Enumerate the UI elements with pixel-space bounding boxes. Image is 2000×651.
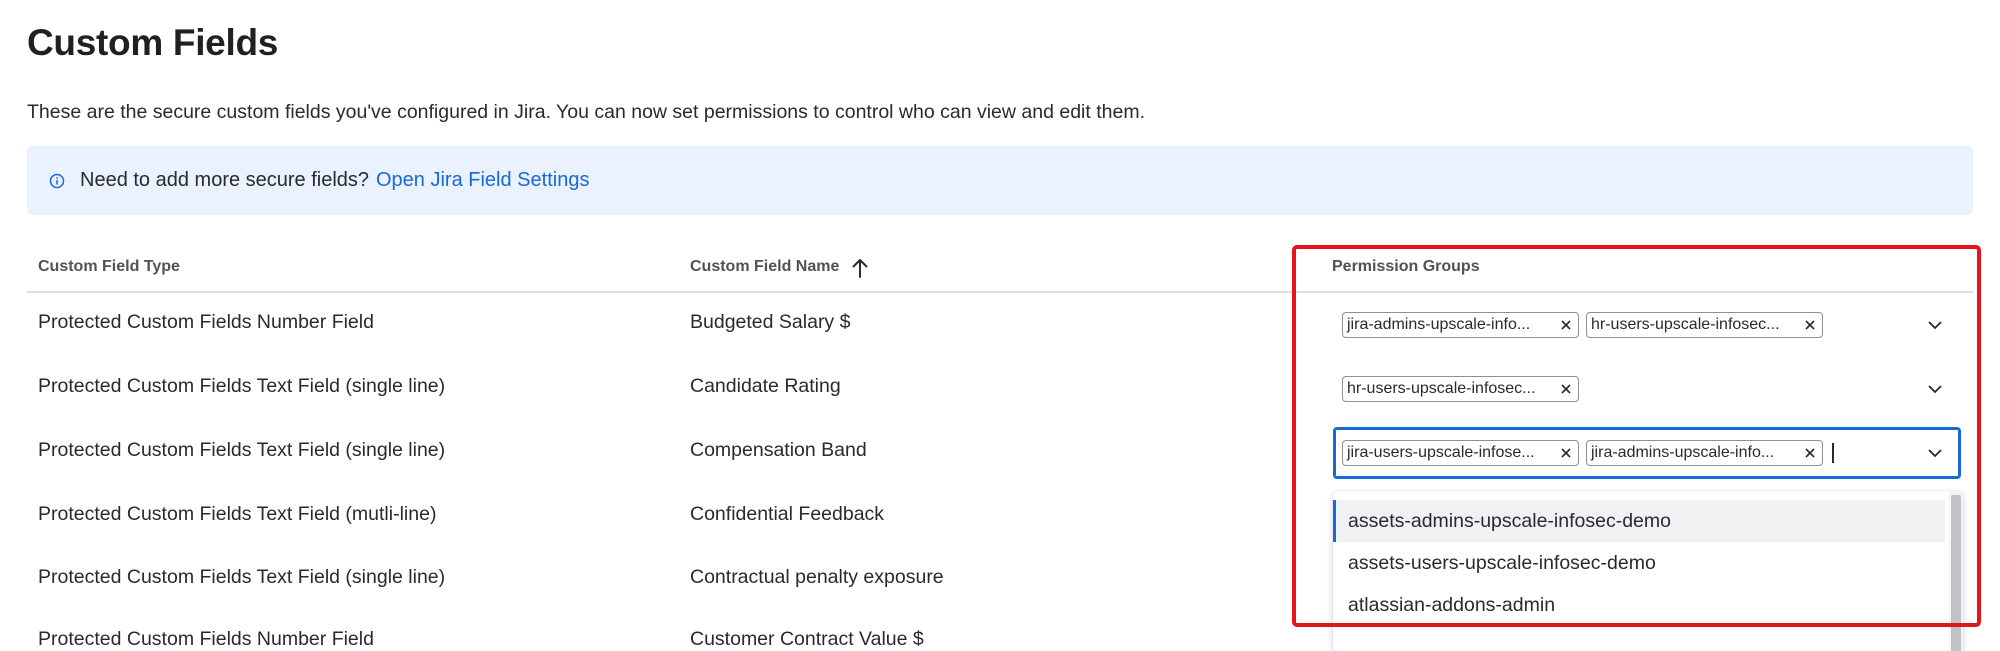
page-title: Custom Fields bbox=[27, 22, 279, 63]
column-header-field-name[interactable]: Custom Field Name bbox=[690, 258, 839, 276]
group-tag: hr-users-upscale-infosec... bbox=[1342, 376, 1579, 402]
remove-tag-icon[interactable] bbox=[1560, 319, 1572, 331]
cell-field-type: Protected Custom Fields Text Field (sing… bbox=[38, 439, 446, 461]
cell-field-type: Protected Custom Fields Text Field (sing… bbox=[38, 375, 446, 397]
header-divider bbox=[27, 291, 1973, 293]
dropdown-option[interactable]: assets-users-upscale-infosec-demo bbox=[1333, 542, 1945, 584]
cell-field-type: Protected Custom Fields Text Field (mutl… bbox=[38, 503, 437, 525]
cell-field-name: Compensation Band bbox=[690, 439, 867, 461]
cell-field-name: Contractual penalty exposure bbox=[690, 566, 944, 588]
open-jira-field-settings-link[interactable]: Open Jira Field Settings bbox=[376, 169, 589, 192]
dropdown-scrollbar[interactable] bbox=[1949, 491, 1963, 651]
cell-field-type: Protected Custom Fields Number Field bbox=[38, 311, 374, 333]
remove-tag-icon[interactable] bbox=[1804, 319, 1816, 331]
banner-text: Need to add more secure fields? bbox=[80, 169, 370, 191]
column-header-field-type[interactable]: Custom Field Type bbox=[38, 258, 180, 276]
cell-field-name: Candidate Rating bbox=[690, 375, 841, 397]
permission-groups-select-active[interactable]: jira-users-upscale-infose... jira-admins… bbox=[1333, 427, 1961, 479]
dropdown-option[interactable]: atlassian-addons-admin bbox=[1333, 584, 1945, 626]
cell-field-name: Budgeted Salary $ bbox=[690, 311, 851, 333]
info-icon bbox=[49, 173, 65, 189]
group-tag: hr-users-upscale-infosec... bbox=[1586, 312, 1823, 338]
cell-field-name: Confidential Feedback bbox=[690, 503, 885, 525]
cell-field-type: Protected Custom Fields Number Field bbox=[38, 628, 374, 650]
dropdown-scrollbar-thumb[interactable] bbox=[1951, 495, 1961, 651]
column-header-permission-groups: Permission Groups bbox=[1332, 258, 1480, 275]
permission-groups-select[interactable]: hr-users-upscale-infosec... bbox=[1333, 363, 1961, 413]
remove-tag-icon[interactable] bbox=[1560, 383, 1572, 395]
group-tag: jira-users-upscale-infose... bbox=[1342, 440, 1579, 466]
group-tag: jira-admins-upscale-info... bbox=[1342, 312, 1579, 338]
chevron-down-icon[interactable] bbox=[1927, 447, 1943, 459]
chevron-down-icon[interactable] bbox=[1927, 383, 1943, 395]
info-banner: Need to add more secure fields? Open Jir… bbox=[27, 146, 1973, 215]
permission-groups-select[interactable]: jira-admins-upscale-info... hr-users-ups… bbox=[1333, 299, 1961, 349]
page-description: These are the secure custom fields you'v… bbox=[27, 101, 1145, 123]
remove-tag-icon[interactable] bbox=[1804, 447, 1816, 459]
group-tag: jira-admins-upscale-info... bbox=[1586, 440, 1823, 466]
cell-field-name: Customer Contract Value $ bbox=[690, 628, 924, 650]
remove-tag-icon[interactable] bbox=[1560, 447, 1572, 459]
arrow-up-icon[interactable] bbox=[851, 257, 869, 279]
cell-field-type: Protected Custom Fields Text Field (sing… bbox=[38, 566, 446, 588]
permission-groups-dropdown: assets-admins-upscale-infosec-demo asset… bbox=[1333, 491, 1963, 651]
dropdown-option[interactable]: assets-admins-upscale-infosec-demo bbox=[1333, 500, 1945, 542]
text-caret[interactable] bbox=[1832, 443, 1834, 463]
chevron-down-icon[interactable] bbox=[1927, 319, 1943, 331]
